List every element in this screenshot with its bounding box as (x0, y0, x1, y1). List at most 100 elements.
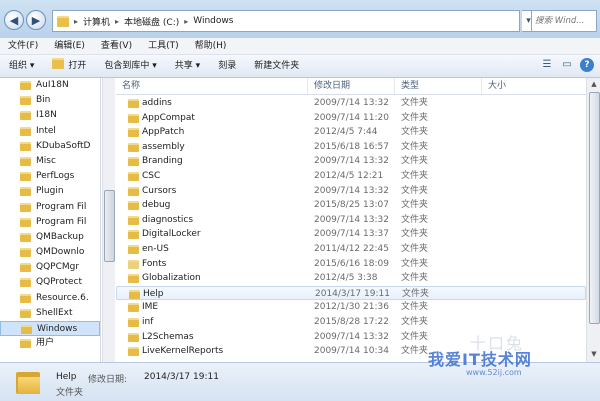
file-date: 2009/7/14 13:32 (314, 214, 389, 225)
column-size[interactable]: 大小 (482, 78, 562, 94)
table-row[interactable]: addins 2009/7/14 13:32 文件夹 (116, 96, 586, 111)
nav-item[interactable]: QQPCMgr (0, 260, 100, 275)
nav-item[interactable]: Program Fil (0, 200, 100, 215)
forward-button[interactable]: ▶ (26, 10, 46, 30)
breadcrumb-computer[interactable]: 计算机 (83, 15, 110, 28)
table-row[interactable]: AppCompat 2009/7/14 11:20 文件夹 (116, 111, 586, 126)
burn-button[interactable]: 刻录 (209, 55, 245, 77)
file-name: assembly (142, 141, 185, 152)
table-row[interactable]: CSC 2012/4/5 12:21 文件夹 (116, 169, 586, 184)
file-name: en-US (142, 243, 169, 254)
nav-item[interactable]: Intel (0, 124, 100, 139)
search-input[interactable]: 搜索 Wind... (531, 10, 597, 32)
organize-button[interactable]: 组织 ▾ (0, 55, 43, 77)
menu-edit[interactable]: 编辑(E) (46, 38, 93, 54)
nav-item[interactable]: Resource.6. (0, 291, 100, 306)
nav-item-label: I18N (36, 110, 57, 121)
nav-item[interactable]: Misc (0, 154, 100, 169)
file-type: 文件夹 (401, 141, 429, 152)
open-button[interactable]: 打开 (43, 55, 95, 77)
file-type: 文件夹 (401, 214, 429, 225)
folder-icon (20, 293, 31, 303)
folder-icon (57, 15, 69, 27)
table-row[interactable]: L2Schemas 2009/7/14 13:32 文件夹 (116, 330, 586, 345)
table-row[interactable]: diagnostics 2009/7/14 13:32 文件夹 (116, 213, 586, 228)
scroll-down-icon[interactable]: ▼ (589, 350, 599, 360)
nav-item[interactable]: I18N (0, 108, 100, 123)
chevron-right-icon[interactable]: ▸ (184, 17, 188, 26)
table-row[interactable]: IME 2012/1/30 21:36 文件夹 (116, 300, 586, 315)
nav-item[interactable]: Program Fil (0, 215, 100, 230)
folder-icon (20, 217, 31, 227)
chevron-right-icon[interactable]: ▸ (115, 17, 119, 26)
file-type: 文件夹 (401, 316, 429, 327)
table-row[interactable]: Help 2014/3/17 19:11 文件夹 (116, 285, 586, 301)
table-row[interactable]: inf 2015/8/28 17:22 文件夹 (116, 315, 586, 330)
nav-item[interactable]: QMBackup (0, 230, 100, 245)
table-row[interactable]: Fonts 2015/6/16 18:09 文件夹 (116, 257, 586, 272)
scrollbar-thumb[interactable] (589, 92, 600, 324)
nav-item[interactable]: QMDownlo (0, 245, 100, 260)
file-list-scrollbar[interactable]: ▲ ▼ (586, 78, 600, 362)
column-date[interactable]: 修改日期 (308, 78, 395, 94)
nav-item[interactable]: AuI18N (0, 78, 100, 93)
nav-item[interactable]: Plugin (0, 184, 100, 199)
back-button[interactable]: ◀ (4, 10, 24, 30)
table-row[interactable]: DigitalLocker 2009/7/14 13:37 文件夹 (116, 227, 586, 242)
table-row[interactable]: LiveKernelReports 2009/7/14 10:34 文件夹 (116, 344, 586, 359)
address-input[interactable]: ▸ 计算机 ▸ 本地磁盘 (C:) ▸ Windows (52, 10, 520, 32)
table-row[interactable]: assembly 2015/6/18 16:57 文件夹 (116, 140, 586, 155)
nav-item-label: ShellExt (36, 307, 73, 318)
nav-item[interactable]: Windows (0, 321, 100, 337)
table-row[interactable]: Cursors 2009/7/14 13:32 文件夹 (116, 184, 586, 199)
nav-item[interactable]: KDubaSoftD (0, 139, 100, 154)
nav-item[interactable]: Bin (0, 93, 100, 108)
folder-icon (128, 274, 139, 284)
scrollbar-thumb[interactable] (104, 190, 115, 262)
new-folder-button[interactable]: 新建文件夹 (245, 55, 308, 77)
folder-icon (20, 141, 31, 151)
folder-icon (21, 325, 32, 334)
nav-item[interactable]: QQProtect (0, 275, 100, 290)
table-row[interactable]: AppPatch 2012/4/5 7:44 文件夹 (116, 125, 586, 140)
table-row[interactable]: debug 2015/8/25 13:07 文件夹 (116, 198, 586, 213)
menu-file[interactable]: 文件(F) (0, 38, 46, 54)
folder-icon (128, 99, 139, 108)
folder-icon (128, 244, 139, 254)
view-options-icon[interactable]: ☰ (540, 58, 554, 72)
file-date: 2009/7/14 13:32 (314, 331, 389, 342)
nav-item[interactable]: ShellExt (0, 306, 100, 321)
file-name: IME (142, 302, 159, 313)
breadcrumb-windows[interactable]: Windows (193, 16, 233, 26)
preview-pane-icon[interactable]: ▭ (560, 58, 574, 72)
nav-item[interactable]: PerfLogs (0, 169, 100, 184)
file-type: 文件夹 (401, 331, 429, 342)
menu-tools[interactable]: 工具(T) (140, 38, 187, 54)
folder-icon (128, 317, 139, 327)
command-bar: 组织 ▾ 打开 包含到库中 ▾ 共享 ▾ 刻录 新建文件夹 ☰ ▭ ? (0, 55, 600, 78)
column-header: 名称 修改日期 类型 大小 (116, 78, 586, 95)
file-type: 文件夹 (401, 156, 429, 167)
menu-view[interactable]: 查看(V) (93, 38, 140, 54)
navigation-pane: AuI18N Bin I18N Intel KDubaSoftD Misc PerfLogs… (0, 78, 101, 362)
navigation-scrollbar[interactable] (102, 78, 115, 362)
folder-icon (128, 347, 139, 357)
nav-item[interactable]: 用户 (0, 336, 100, 351)
menu-help[interactable]: 帮助(H) (187, 38, 235, 54)
column-name[interactable]: 名称 (116, 78, 308, 94)
help-icon[interactable]: ? (580, 58, 594, 72)
file-name: Help (143, 288, 164, 299)
scroll-up-icon[interactable]: ▲ (589, 80, 599, 90)
nav-item-label: KDubaSoftD (36, 140, 91, 151)
table-row[interactable]: Globalization 2012/4/5 3:38 文件夹 (116, 271, 586, 286)
file-name: LiveKernelReports (142, 346, 224, 357)
table-row[interactable]: Branding 2009/7/14 13:32 文件夹 (116, 154, 586, 169)
folder-icon (128, 303, 139, 313)
breadcrumb-drive[interactable]: 本地磁盘 (C:) (124, 15, 179, 28)
table-row[interactable]: en-US 2011/4/12 22:45 文件夹 (116, 242, 586, 257)
share-button[interactable]: 共享 ▾ (166, 55, 209, 77)
include-library-button[interactable]: 包含到库中 ▾ (95, 55, 165, 77)
file-date: 2009/7/14 10:34 (314, 346, 389, 357)
column-type[interactable]: 类型 (395, 78, 482, 94)
file-name: Cursors (142, 185, 177, 196)
